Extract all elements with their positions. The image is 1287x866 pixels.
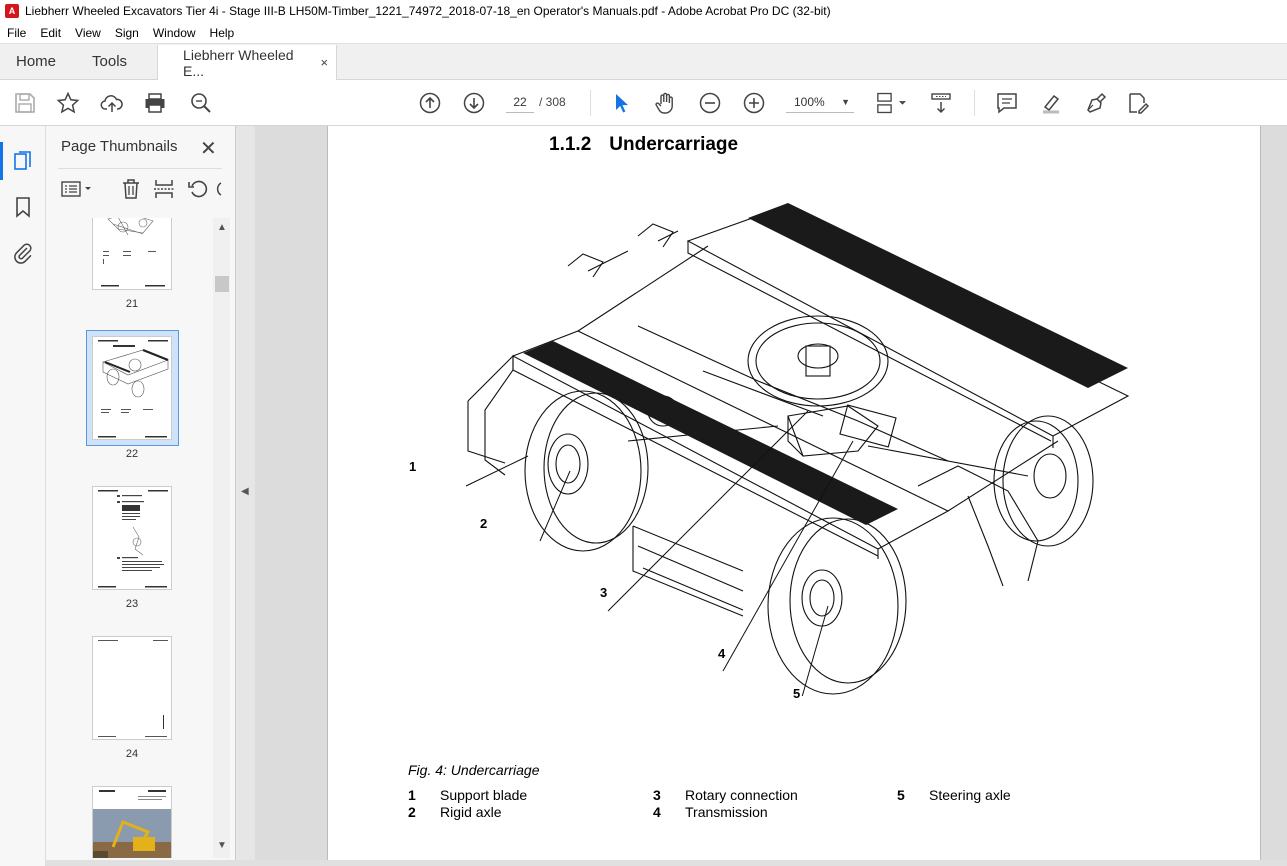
draw-pen-icon[interactable] bbox=[1082, 90, 1108, 116]
legend-text: Rotary connection bbox=[685, 787, 798, 803]
zoom-out-icon[interactable] bbox=[697, 90, 723, 116]
chevron-down-icon: ▼ bbox=[841, 96, 850, 107]
toolbar: 22 / 308 100% ▼ bbox=[0, 80, 1287, 126]
trash-icon[interactable] bbox=[119, 177, 143, 201]
collapse-panel-icon[interactable]: ◀ bbox=[241, 486, 249, 497]
page-thumbnails-icon[interactable] bbox=[0, 142, 36, 180]
comment-icon[interactable] bbox=[994, 90, 1020, 116]
scroll-down-icon[interactable]: ▼ bbox=[217, 840, 227, 851]
zoom-level-dropdown[interactable]: 100% ▼ bbox=[786, 91, 854, 113]
legend-item: 1 Support blade bbox=[408, 787, 527, 803]
menu-sign[interactable]: Sign bbox=[108, 26, 146, 40]
callout-4: 4 bbox=[718, 646, 726, 661]
close-tab-icon[interactable]: × bbox=[320, 55, 328, 70]
thumbnail-page-number: 21 bbox=[125, 298, 139, 310]
upload-icon[interactable] bbox=[99, 90, 125, 116]
navigation-rail bbox=[0, 126, 46, 866]
highlight-icon[interactable] bbox=[1038, 90, 1064, 116]
legend-item: 2 Rigid axle bbox=[408, 804, 501, 820]
window-title: Liebherr Wheeled Excavators Tier 4i - St… bbox=[25, 4, 831, 18]
thumbnail-page-selected[interactable] bbox=[92, 336, 172, 440]
menu-edit[interactable]: Edit bbox=[33, 26, 68, 40]
section-number: 1.1.2 bbox=[549, 134, 592, 155]
callout-3: 3 bbox=[600, 585, 608, 600]
menu-view[interactable]: View bbox=[68, 26, 108, 40]
panel-title: Page Thumbnails bbox=[61, 138, 178, 155]
close-panel-icon[interactable]: ✕ bbox=[200, 136, 217, 161]
more-icon[interactable] bbox=[216, 177, 224, 201]
save-icon[interactable] bbox=[12, 90, 38, 116]
thumbnail-page-number: 22 bbox=[125, 448, 139, 460]
thumbnail-list: 21 22 23 24 bbox=[46, 218, 230, 858]
thumbnail-page[interactable] bbox=[92, 486, 172, 590]
bookmark-icon[interactable] bbox=[10, 194, 36, 220]
thumbnail-page[interactable] bbox=[92, 636, 172, 740]
legend-number: 1 bbox=[408, 787, 416, 803]
hand-tool-icon[interactable] bbox=[652, 90, 678, 116]
legend-text: Rigid axle bbox=[440, 804, 502, 820]
panel-splitter[interactable]: ◀ bbox=[236, 126, 255, 866]
callout-5: 5 bbox=[793, 686, 801, 701]
page-number-input[interactable]: 22 bbox=[506, 91, 534, 113]
section-title: Undercarriage bbox=[609, 134, 739, 155]
document-view[interactable]: 1.1.2 Undercarriage 1 2 3 4 5 Fig. 4: Un… bbox=[255, 126, 1287, 866]
legend-number: 3 bbox=[653, 787, 661, 803]
zoom-in-icon[interactable] bbox=[741, 90, 767, 116]
legend-item: 4 Transmission bbox=[653, 804, 768, 820]
page-display-icon[interactable] bbox=[874, 90, 912, 116]
print-icon[interactable] bbox=[142, 90, 168, 116]
zoom-level-value: 100% bbox=[794, 94, 825, 109]
horizontal-scrollbar[interactable] bbox=[46, 860, 1287, 866]
section-heading: 1.1.2 Undercarriage bbox=[549, 134, 738, 156]
menu-file[interactable]: File bbox=[0, 26, 33, 40]
divider bbox=[58, 168, 222, 169]
toolbar-divider bbox=[590, 90, 591, 116]
rotate-icon[interactable] bbox=[186, 177, 210, 201]
legend-item: 5 Steering axle bbox=[897, 787, 1011, 803]
legend-text: Support blade bbox=[440, 787, 528, 803]
zoom-search-icon[interactable] bbox=[188, 90, 214, 116]
page-total: / 308 bbox=[539, 95, 566, 109]
menu-help[interactable]: Help bbox=[203, 26, 242, 40]
scrollbar-thumb[interactable] bbox=[215, 276, 229, 292]
undercarriage-figure bbox=[465, 203, 1130, 696]
next-page-icon[interactable] bbox=[461, 90, 487, 116]
legend-number: 2 bbox=[408, 804, 416, 820]
scroll-up-icon[interactable]: ▲ bbox=[217, 222, 227, 233]
tab-document-label: Liebherr Wheeled E... bbox=[183, 46, 294, 79]
pdf-page: 1.1.2 Undercarriage 1 2 3 4 5 Fig. 4: Un… bbox=[327, 126, 1261, 860]
toolbar-divider bbox=[974, 90, 975, 116]
legend-text: Steering axle bbox=[929, 787, 1011, 803]
menu-window[interactable]: Window bbox=[146, 26, 203, 40]
legend-number: 5 bbox=[897, 787, 905, 803]
title-bar: A Liebherr Wheeled Excavators Tier 4i - … bbox=[0, 0, 1287, 22]
legend-item: 3 Rotary connection bbox=[653, 787, 798, 803]
thumbnail-page-number: 23 bbox=[125, 598, 139, 610]
thumbnail-page[interactable] bbox=[92, 218, 172, 290]
tab-document[interactable]: Liebherr Wheeled E... × bbox=[157, 45, 338, 80]
acrobat-icon: A bbox=[5, 4, 19, 18]
legend-text: Transmission bbox=[685, 804, 768, 820]
select-tool-icon[interactable] bbox=[608, 90, 634, 116]
page-thumbnails-panel: Page Thumbnails ✕ 21 22 23 24 ▲ ▼ bbox=[46, 126, 236, 866]
callout-2: 2 bbox=[480, 516, 488, 531]
edit-pdf-icon[interactable] bbox=[1125, 90, 1151, 116]
tab-home[interactable]: Home bbox=[0, 44, 72, 79]
thumbnail-page[interactable] bbox=[92, 786, 172, 858]
options-menu-icon[interactable] bbox=[60, 177, 96, 201]
figure-caption: Fig. 4: Undercarriage bbox=[408, 762, 540, 778]
callout-1: 1 bbox=[409, 459, 417, 474]
scroll-mode-icon[interactable] bbox=[928, 90, 954, 116]
thumbnail-page-number: 24 bbox=[125, 748, 139, 760]
star-icon[interactable] bbox=[55, 90, 81, 116]
tab-bar: Home Tools Liebherr Wheeled E... × bbox=[0, 43, 1287, 80]
tab-tools[interactable]: Tools bbox=[72, 44, 147, 79]
previous-page-icon[interactable] bbox=[417, 90, 443, 116]
legend-number: 4 bbox=[653, 804, 661, 820]
attachment-icon[interactable] bbox=[10, 240, 36, 266]
menu-bar: File Edit View Sign Window Help bbox=[0, 22, 1287, 43]
thumbnail-scrollbar[interactable]: ▲ ▼ bbox=[213, 218, 230, 858]
insert-page-icon[interactable] bbox=[152, 177, 176, 201]
